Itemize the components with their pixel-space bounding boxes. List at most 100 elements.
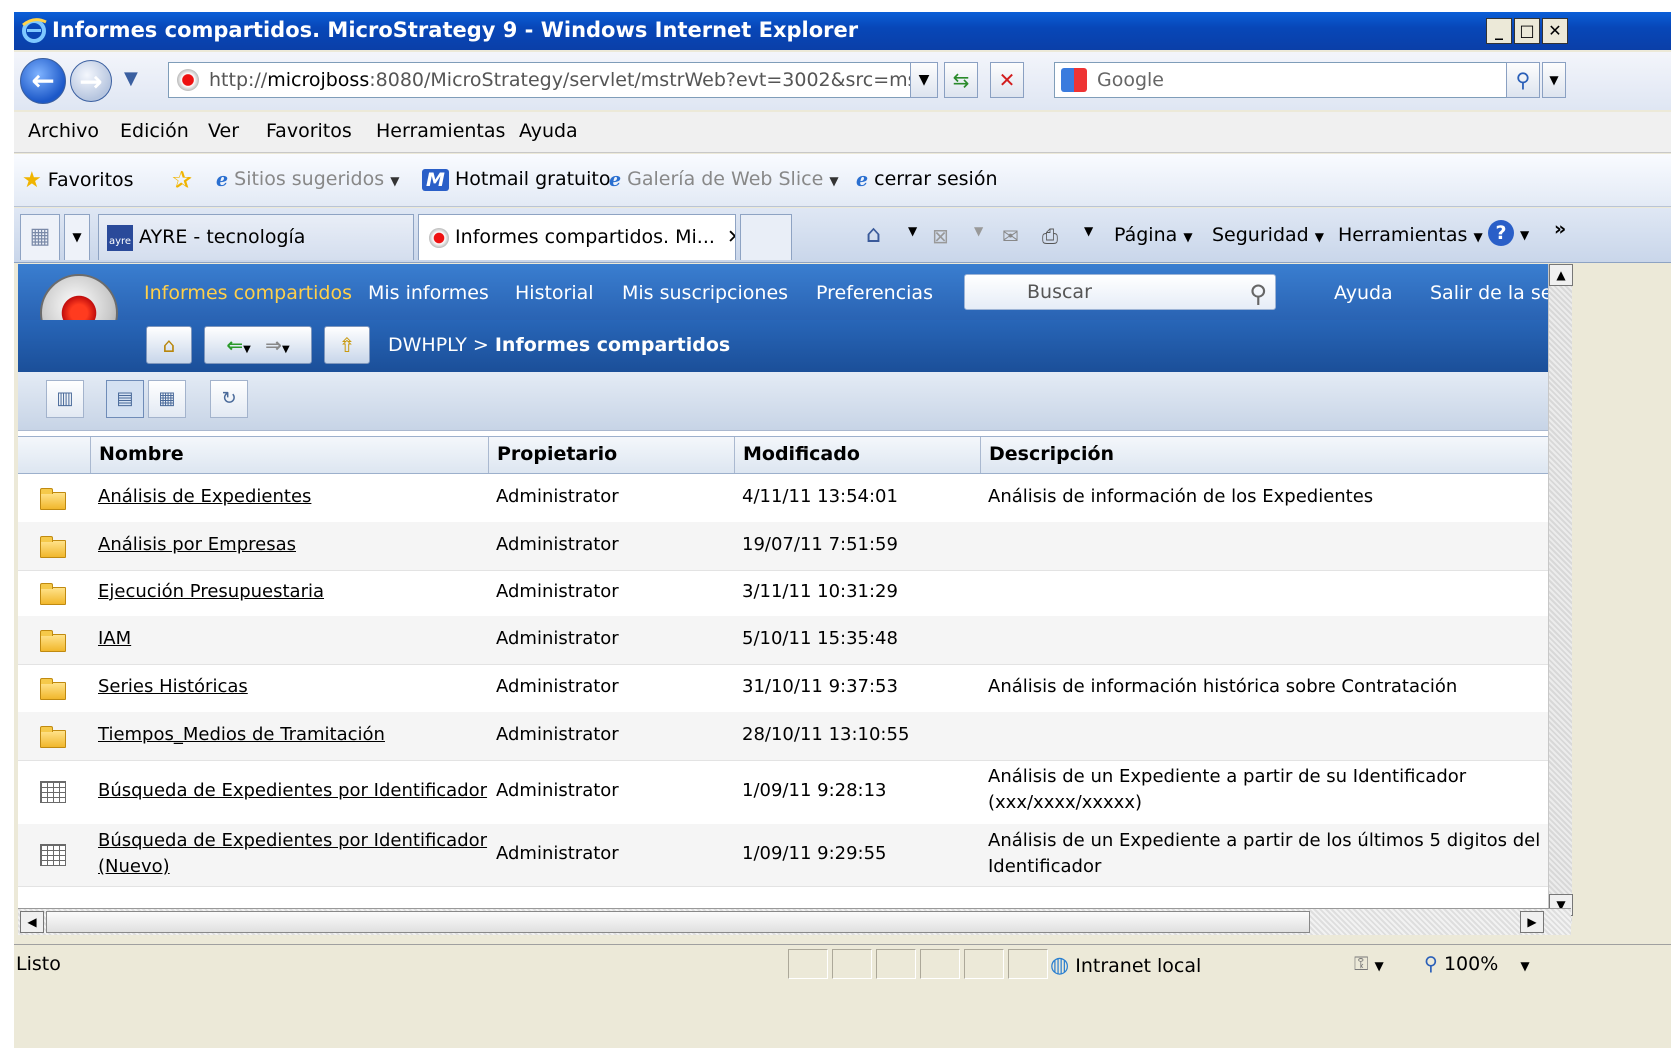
table-row[interactable]: Análisis por Empresas Administrator 19/07/… — [18, 522, 1548, 571]
forward-button[interactable]: → — [70, 60, 112, 102]
history-dropdown-icon[interactable]: ▼ — [124, 68, 138, 89]
horizontal-scrollbar[interactable]: ◀ ▶ — [18, 908, 1571, 935]
col-descripcion[interactable]: Descripción — [980, 437, 1548, 473]
toggle-panel-button[interactable]: ▥ — [46, 380, 84, 418]
add-favorite-icon[interactable]: ✰ — [172, 166, 192, 194]
chevron-down-icon[interactable]: ▼ — [1084, 224, 1093, 238]
fav-sitios-sugeridos[interactable]: ℯ Sitios sugeridos ▼ — [216, 168, 399, 191]
nav-mis-informes[interactable]: Mis informes — [368, 282, 489, 304]
command-pagina[interactable]: Página ▼ — [1114, 224, 1193, 246]
report-name-link[interactable]: IAM — [98, 628, 131, 649]
nav-informes-compartidos[interactable]: Informes compartidos — [144, 282, 352, 304]
folder-icon[interactable] — [40, 630, 66, 652]
col-propietario[interactable]: Propietario — [488, 437, 734, 473]
folder-icon[interactable] — [40, 536, 66, 558]
menu-favoritos[interactable]: Favoritos — [266, 120, 352, 142]
minimize-button[interactable]: _ — [1486, 18, 1512, 44]
search-input[interactable]: Google — [1054, 62, 1508, 98]
command-seguridad[interactable]: Seguridad ▼ — [1212, 224, 1324, 246]
table-row[interactable]: Búsqueda de Expedientes por Identificado… — [18, 760, 1548, 825]
home-button[interactable]: ⌂ — [146, 326, 192, 364]
table-row[interactable]: Búsqueda de Expedientes por Identificado… — [18, 824, 1548, 887]
refresh-button[interactable]: ⇆ — [944, 62, 978, 98]
favorites-button[interactable]: ★ Favoritos — [22, 168, 134, 193]
back-forward-buttons[interactable]: ⇐▼ ⇒▼ — [204, 326, 312, 364]
col-nombre[interactable]: Nombre — [90, 437, 488, 473]
search-options-button[interactable]: ▼ — [1542, 62, 1566, 98]
app-search-input[interactable]: Buscar ⚲ — [964, 274, 1276, 310]
back-arrow-icon[interactable]: ⇐ — [226, 333, 243, 357]
search-button[interactable]: ⚲ — [1506, 62, 1540, 98]
search-icon[interactable]: ⚲ — [1249, 277, 1267, 311]
report-name-link-line2[interactable]: (Nuevo) — [98, 856, 170, 877]
refresh-view-button[interactable]: ↻ — [210, 380, 248, 418]
menu-edicion[interactable]: Edición — [120, 120, 189, 142]
folder-icon[interactable] — [40, 678, 66, 700]
chevron-down-icon[interactable]: ▼ — [908, 224, 917, 238]
report-name-link[interactable]: Tiempos_Medios de Tramitación — [98, 724, 385, 745]
address-input[interactable]: http://microjboss:8080/MicroStrategy/ser… — [168, 62, 938, 98]
chevron-down-icon[interactable]: ▼ — [974, 224, 983, 238]
menu-herramientas[interactable]: Herramientas — [376, 120, 505, 142]
close-tab-icon[interactable]: ✕ — [727, 226, 735, 248]
folder-icon[interactable] — [40, 488, 66, 510]
fav-cerrar-sesion[interactable]: ℯ cerrar sesión — [856, 168, 998, 191]
report-name-link[interactable]: Análisis de Expedientes — [98, 486, 311, 507]
col-modificado[interactable]: Modificado — [734, 437, 980, 473]
fav-galeria-web-slice[interactable]: ℯ Galería de Web Slice ▼ — [609, 168, 839, 191]
print-icon[interactable]: ⎙ — [1042, 224, 1058, 248]
tab-informes-compartidos[interactable]: Informes compartidos. Mi... ✕ — [418, 214, 736, 260]
zoom-control[interactable]: ⚲ 100% ▼ — [1424, 953, 1530, 975]
report-icon[interactable] — [40, 844, 66, 866]
home-icon[interactable]: ⌂ — [866, 220, 881, 248]
nav-preferencias[interactable]: Preferencias — [816, 282, 933, 304]
mail-icon[interactable]: ✉ — [1002, 224, 1019, 248]
back-button[interactable]: ← — [20, 58, 66, 104]
scroll-left-arrow[interactable]: ◀ — [20, 911, 44, 933]
report-name-link[interactable]: Búsqueda de Expedientes por Identificado… — [98, 830, 487, 851]
tab-list-button[interactable]: ▼ — [64, 214, 90, 260]
table-row[interactable]: Tiempos_Medios de Tramitación Administrat… — [18, 712, 1548, 761]
nav-salir[interactable]: Salir de la sesión — [1430, 282, 1548, 304]
fav-hotmail[interactable]: M Hotmail gratuito — [422, 168, 610, 191]
maximize-button[interactable]: □ — [1514, 18, 1540, 44]
protected-mode-icon[interactable]: ⚿ ▼ — [1354, 953, 1384, 975]
forward-arrow-icon[interactable]: ⇒ — [265, 333, 282, 357]
folder-icon[interactable] — [40, 583, 66, 605]
scroll-right-arrow[interactable]: ▶ — [1520, 911, 1544, 933]
folder-icon[interactable] — [40, 726, 66, 748]
icon-view-button[interactable]: ▦ — [148, 380, 186, 418]
new-tab-button[interactable] — [740, 214, 792, 260]
menu-ayuda[interactable]: Ayuda — [519, 120, 578, 142]
vertical-scrollbar[interactable]: ▲ ▼ — [1548, 264, 1573, 924]
breadcrumb-root[interactable]: DWHPLY — [388, 334, 467, 356]
report-icon[interactable] — [40, 781, 66, 803]
up-folder-button[interactable]: ⇮ — [324, 326, 370, 364]
nav-mis-suscripciones[interactable]: Mis suscripciones — [622, 282, 788, 304]
nav-ayuda[interactable]: Ayuda — [1334, 282, 1393, 304]
stop-button[interactable]: ✕ — [990, 62, 1024, 98]
report-name-link[interactable]: Búsqueda de Expedientes por Identificado… — [98, 780, 487, 801]
more-commands-icon[interactable]: » — [1554, 218, 1566, 240]
table-row[interactable]: IAM Administrator 5/10/11 15:35:48 — [18, 616, 1548, 665]
list-view-button[interactable]: ▤ — [106, 380, 144, 418]
nav-historial[interactable]: Historial — [515, 282, 594, 304]
scroll-up-arrow[interactable]: ▲ — [1549, 264, 1573, 286]
table-row[interactable]: Ejecución Presupuestaria Administrator 3/1… — [18, 570, 1548, 617]
feeds-icon[interactable]: ⊠ — [932, 224, 949, 248]
address-dropdown-button[interactable]: ▼ — [910, 62, 938, 98]
close-button[interactable]: ✕ — [1542, 18, 1568, 44]
report-name-link[interactable]: Ejecución Presupuestaria — [98, 581, 324, 602]
table-row[interactable]: Series Históricas Administrator 31/10/11 9… — [18, 664, 1548, 713]
quick-tabs-button[interactable]: ▦ — [20, 214, 60, 260]
report-name-link[interactable]: Series Históricas — [98, 676, 248, 697]
help-button[interactable]: ? ▼ — [1488, 220, 1529, 246]
menu-ver[interactable]: Ver — [208, 120, 239, 142]
tab-ayre[interactable]: ayre AYRE - tecnología — [98, 214, 414, 260]
scroll-thumb[interactable] — [46, 911, 1310, 933]
table-row[interactable]: Análisis de Expedientes Administrator 4/11… — [18, 474, 1548, 523]
command-herramientas[interactable]: Herramientas ▼ — [1338, 224, 1483, 246]
security-zone[interactable]: ◍ Intranet local — [1050, 953, 1201, 978]
report-name-link[interactable]: Análisis por Empresas — [98, 534, 296, 555]
menu-archivo[interactable]: Archivo — [28, 120, 99, 142]
